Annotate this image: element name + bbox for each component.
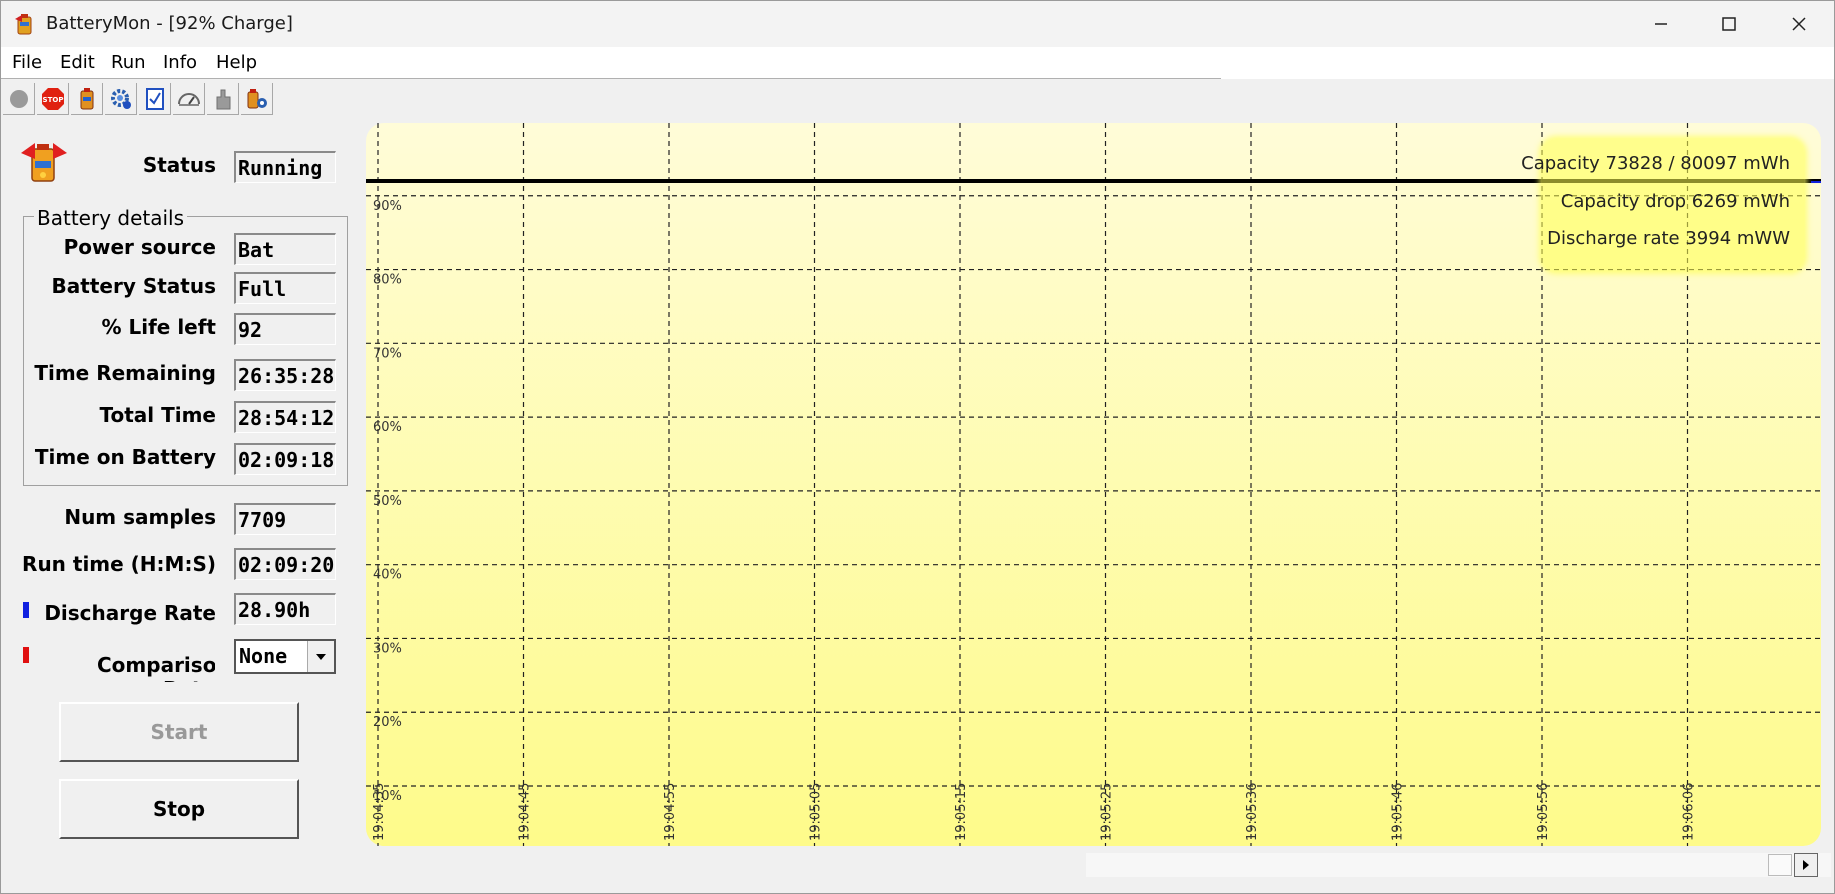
menu-edit[interactable]: Edit bbox=[60, 52, 95, 73]
stop-toolbar-button[interactable]: STOP bbox=[37, 83, 69, 115]
app-window: BatteryMon - [92% Charge] File Edit Run … bbox=[0, 0, 1835, 894]
power-source-label: Power source bbox=[63, 235, 216, 259]
menu-info[interactable]: Info bbox=[163, 52, 197, 73]
battery-toolbar-button[interactable] bbox=[71, 83, 103, 115]
y-tick-label: 70% bbox=[373, 346, 402, 361]
checklist-toolbar-button[interactable] bbox=[139, 83, 171, 115]
total-time-field: 28:54:12 bbox=[234, 401, 336, 433]
checklist-icon bbox=[145, 87, 164, 110]
menu-help[interactable]: Help bbox=[216, 52, 257, 73]
maximize-button[interactable] bbox=[1693, 1, 1765, 47]
record-icon bbox=[9, 89, 28, 108]
start-button[interactable]: Start bbox=[59, 702, 299, 762]
scrollbar-thumb[interactable] bbox=[1768, 854, 1792, 876]
comparison-rate-marker bbox=[23, 647, 29, 663]
gauge-toolbar-button[interactable] bbox=[173, 83, 205, 115]
discharge-rate-field: 28.90h bbox=[234, 593, 336, 625]
x-tick-label: 19:05:46 bbox=[1391, 783, 1406, 841]
menu-run[interactable]: Run bbox=[111, 52, 146, 73]
hand-pointer-icon bbox=[216, 89, 230, 109]
hand-toolbar-button[interactable] bbox=[207, 83, 239, 115]
y-tick-label: 30% bbox=[373, 641, 402, 656]
settings-toolbar-button[interactable] bbox=[105, 83, 137, 115]
capacity-drop-text: Capacity drop 6269 mWh bbox=[1560, 191, 1790, 212]
x-tick-label: 19:05:25 bbox=[1100, 783, 1115, 841]
discharge-rate-label: Discharge Rate bbox=[44, 601, 216, 625]
discharge-rate-text: Discharge rate 3994 mWW bbox=[1547, 228, 1790, 249]
y-tick-label: 50% bbox=[373, 494, 402, 509]
x-tick-label: 19:06:06 bbox=[1682, 783, 1697, 841]
battery-app-icon bbox=[15, 14, 32, 35]
battery-status-field: Full bbox=[234, 272, 336, 304]
x-tick-label: 19:04:45 bbox=[518, 783, 533, 841]
x-tick-label: 19:05:15 bbox=[954, 783, 969, 841]
comparison-rate-select[interactable]: None bbox=[234, 639, 336, 674]
x-tick-label: 19:05:05 bbox=[809, 783, 824, 841]
y-tick-label: 80% bbox=[373, 273, 402, 288]
x-tick-label: 19:05:56 bbox=[1536, 783, 1551, 841]
status-label: Status bbox=[142, 153, 216, 177]
gauge-icon bbox=[177, 92, 200, 106]
dropdown-arrow-button[interactable] bbox=[307, 641, 334, 672]
menu-divider bbox=[1, 78, 1221, 79]
window-title: BatteryMon - [92% Charge] bbox=[46, 13, 293, 34]
battery-settings-toolbar-button[interactable] bbox=[241, 83, 273, 115]
discharge-rate-marker bbox=[23, 602, 29, 618]
time-remaining-field: 26:35:28 bbox=[234, 359, 336, 391]
life-left-field: 92 bbox=[234, 313, 336, 345]
num-samples-label: Num samples bbox=[64, 505, 216, 529]
comparison-rate-value: None bbox=[239, 644, 288, 668]
minimize-button[interactable] bbox=[1625, 1, 1697, 47]
battery-status-label: Battery Status bbox=[51, 274, 216, 298]
close-button[interactable] bbox=[1763, 1, 1834, 47]
x-tick-label: 19:04:35 bbox=[372, 783, 387, 841]
run-time-field: 02:09:20 bbox=[234, 548, 336, 580]
y-tick-label: 20% bbox=[373, 715, 402, 730]
y-tick-label: 90% bbox=[373, 199, 402, 214]
record-button[interactable] bbox=[3, 83, 35, 115]
status-field: Running bbox=[234, 151, 336, 183]
chevron-down-icon bbox=[316, 653, 326, 660]
maximize-icon bbox=[1722, 17, 1736, 31]
battery-logo-icon bbox=[21, 143, 67, 182]
total-time-label: Total Time bbox=[99, 403, 216, 427]
time-on-battery-label: Time on Battery bbox=[34, 445, 216, 469]
x-tick-label: 19:04:55 bbox=[663, 783, 678, 841]
settings-gear-icon bbox=[110, 88, 131, 109]
title-bar[interactable]: BatteryMon - [92% Charge] bbox=[1, 1, 1834, 47]
time-remaining-label: Time Remaining bbox=[34, 361, 216, 385]
menu-file[interactable]: File bbox=[12, 52, 42, 73]
chevron-right-icon bbox=[1803, 860, 1809, 870]
battery-settings-icon bbox=[247, 88, 267, 108]
stop-sign-icon: STOP bbox=[41, 87, 64, 110]
horizontal-scrollbar[interactable] bbox=[1086, 853, 1831, 877]
info-overlay: Capacity 73828 / 80097 mWh Capacity drop… bbox=[1521, 139, 1804, 271]
svg-text:STOP: STOP bbox=[42, 96, 63, 104]
scroll-right-button[interactable] bbox=[1794, 853, 1818, 877]
menu-bar: File Edit Run Info Help bbox=[1, 47, 1834, 79]
minimize-icon bbox=[1655, 23, 1667, 25]
close-icon bbox=[1792, 17, 1806, 31]
stop-button[interactable]: Stop bbox=[59, 779, 299, 839]
power-source-field: Bat bbox=[234, 233, 336, 265]
x-tick-label: 19:05:36 bbox=[1245, 783, 1260, 841]
life-left-label: % Life left bbox=[101, 315, 216, 339]
num-samples-field: 7709 bbox=[234, 503, 336, 535]
capacity-text: Capacity 73828 / 80097 mWh bbox=[1521, 153, 1790, 174]
battery-icon bbox=[80, 87, 93, 109]
time-on-battery-field: 02:09:18 bbox=[234, 443, 336, 475]
y-tick-label: 40% bbox=[373, 568, 402, 583]
run-time-label: Run time (H:M:S) bbox=[22, 552, 216, 576]
battery-details-title: Battery details bbox=[34, 206, 188, 230]
comparison-rate-label: Comparison Rate bbox=[97, 653, 215, 682]
y-tick-label: 60% bbox=[373, 420, 402, 435]
